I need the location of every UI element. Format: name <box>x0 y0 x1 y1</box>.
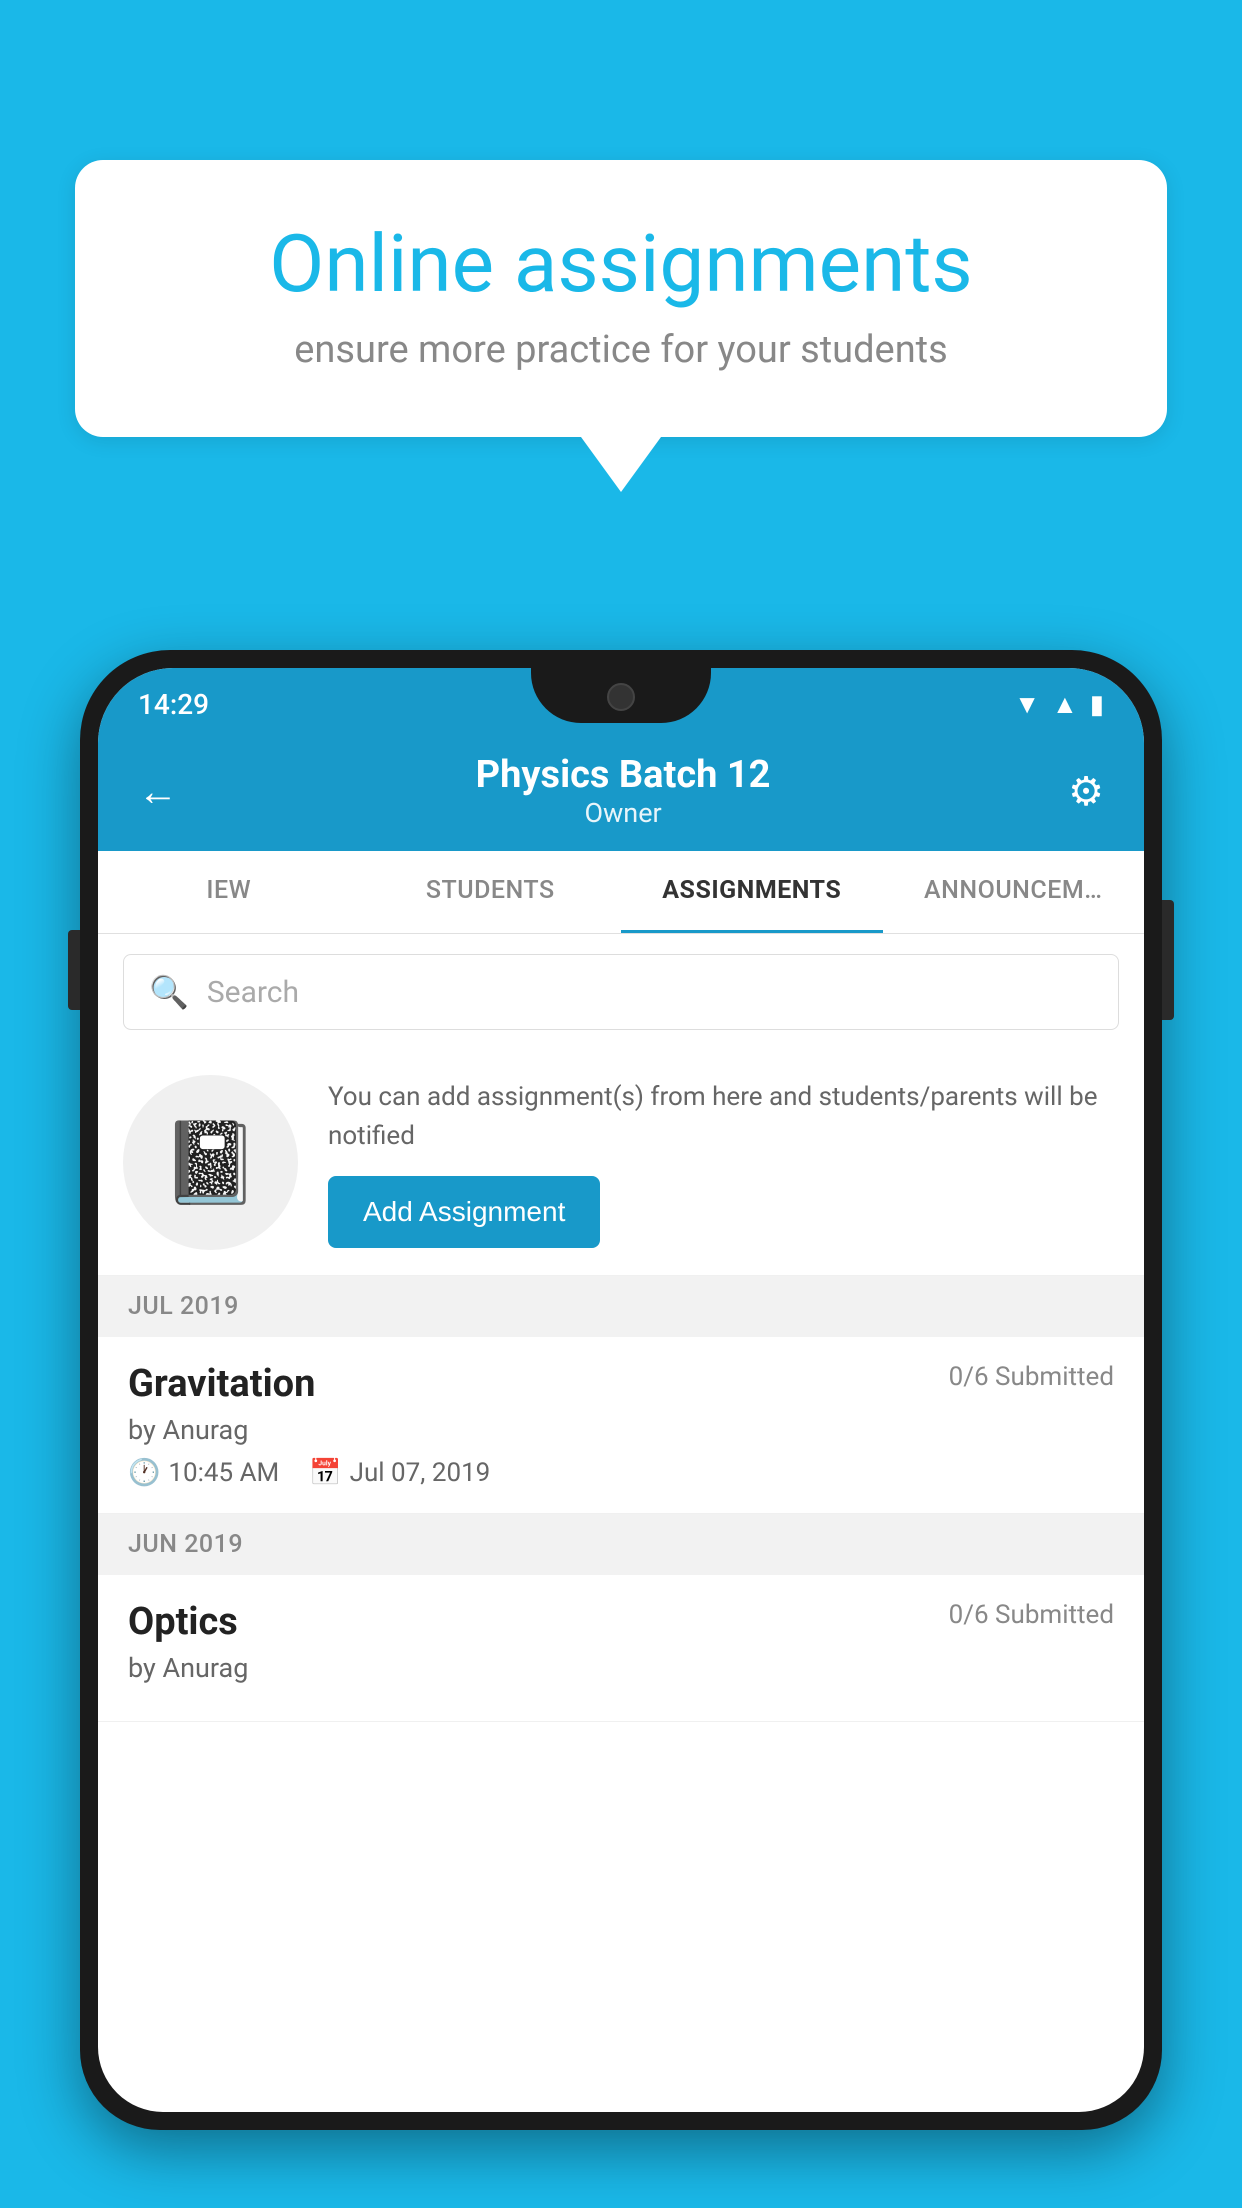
assignment-item-gravitation[interactable]: Gravitation 0/6 Submitted by Anurag 🕐 10… <box>98 1337 1144 1514</box>
wifi-icon: ▼ <box>1014 689 1040 720</box>
assignment-top-row: Gravitation 0/6 Submitted <box>128 1362 1114 1406</box>
header-subtitle: Owner <box>476 797 771 829</box>
battery-icon: ▮ <box>1090 690 1104 720</box>
screen-content: 🔍 Search 📓 You can add assignment(s) fro… <box>98 934 1144 1722</box>
assignment-submitted-optics: 0/6 Submitted <box>949 1600 1114 1630</box>
header-title: Physics Batch 12 <box>476 753 771 797</box>
notebook-icon: 📓 <box>161 1116 261 1210</box>
status-time: 14:29 <box>138 688 209 721</box>
assignment-time-value: 10:45 AM <box>168 1458 279 1488</box>
speech-bubble-title: Online assignments <box>145 220 1097 308</box>
assignment-date-gravitation: 📅 Jul 07, 2019 <box>309 1458 490 1488</box>
status-icons: ▼ ▲ ▮ <box>1014 689 1104 720</box>
promo-icon-circle: 📓 <box>123 1075 298 1250</box>
promo-block: 📓 You can add assignment(s) from here an… <box>98 1050 1144 1276</box>
speech-bubble: Online assignments ensure more practice … <box>75 160 1167 437</box>
tab-assignments[interactable]: ASSIGNMENTS <box>621 851 883 933</box>
tab-announcements[interactable]: ANNOUNCEM… <box>883 851 1145 933</box>
app-header: ← Physics Batch 12 Owner ⚙ <box>98 733 1144 851</box>
section-header-jul2019: JUL 2019 <box>98 1276 1144 1337</box>
add-assignment-button[interactable]: Add Assignment <box>328 1176 600 1248</box>
search-icon: 🔍 <box>149 973 189 1011</box>
clock-icon: 🕐 <box>128 1458 160 1488</box>
tab-students[interactable]: STUDENTS <box>360 851 622 933</box>
search-bar[interactable]: 🔍 Search <box>123 954 1119 1030</box>
assignment-date-value: Jul 07, 2019 <box>350 1458 491 1488</box>
assignment-name-gravitation: Gravitation <box>128 1362 315 1406</box>
promo-description: You can add assignment(s) from here and … <box>328 1078 1119 1156</box>
speech-bubble-subtitle: ensure more practice for your students <box>145 328 1097 372</box>
speech-bubble-container: Online assignments ensure more practice … <box>75 160 1167 492</box>
tab-iew[interactable]: IEW <box>98 851 360 933</box>
assignment-by-gravitation: by Anurag <box>128 1414 1114 1446</box>
assignment-item-optics[interactable]: Optics 0/6 Submitted by Anurag <box>98 1575 1144 1722</box>
assignment-name-optics: Optics <box>128 1600 238 1644</box>
assignment-by-optics: by Anurag <box>128 1652 1114 1684</box>
search-container: 🔍 Search <box>98 934 1144 1050</box>
assignment-submitted-gravitation: 0/6 Submitted <box>949 1362 1114 1392</box>
back-button[interactable]: ← <box>138 768 178 815</box>
front-camera <box>607 683 635 711</box>
assignment-time-gravitation: 🕐 10:45 AM <box>128 1458 279 1488</box>
tabs: IEW STUDENTS ASSIGNMENTS ANNOUNCEM… <box>98 851 1144 934</box>
promo-text-area: You can add assignment(s) from here and … <box>328 1078 1119 1248</box>
assignment-top-row-optics: Optics 0/6 Submitted <box>128 1600 1114 1644</box>
settings-icon[interactable]: ⚙ <box>1068 768 1104 815</box>
phone-screen: 14:29 ▼ ▲ ▮ ← Physics Batch 12 Owner ⚙ I… <box>98 668 1144 2112</box>
phone-notch <box>531 668 711 723</box>
calendar-icon: 📅 <box>309 1458 341 1488</box>
phone-outer: 14:29 ▼ ▲ ▮ ← Physics Batch 12 Owner ⚙ I… <box>80 650 1162 2130</box>
search-placeholder: Search <box>207 975 299 1010</box>
assignment-meta-gravitation: 🕐 10:45 AM 📅 Jul 07, 2019 <box>128 1458 1114 1488</box>
section-header-jun2019: JUN 2019 <box>98 1514 1144 1575</box>
speech-bubble-pointer <box>581 437 661 492</box>
phone-container: 14:29 ▼ ▲ ▮ ← Physics Batch 12 Owner ⚙ I… <box>80 650 1162 2208</box>
signal-icon: ▲ <box>1052 689 1078 720</box>
header-center: Physics Batch 12 Owner <box>476 753 771 829</box>
